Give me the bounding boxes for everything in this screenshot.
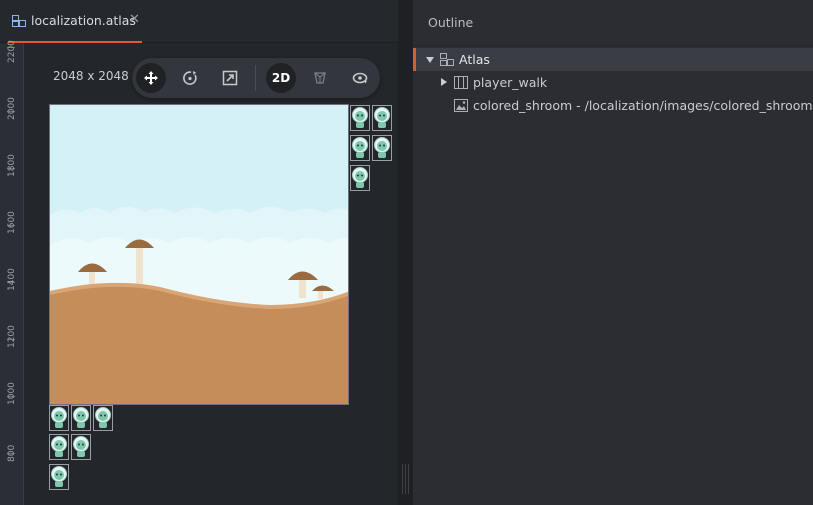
ruler-label: 1200 [7,325,17,348]
outline-item-label: player_walk [473,75,548,90]
scene-viewport[interactable]: 2048 x 2048 ( 2D [24,43,396,505]
outline-item-player-walk[interactable]: player_walk [413,71,813,94]
tab-localization-atlas[interactable]: localization.atlas ✕ [8,0,142,43]
player-sprite [73,436,89,457]
animation-frame[interactable] [350,135,370,161]
atlas-editor-pane: localization.atlas ✕ 2200 2000 1800 1600… [0,0,398,505]
player-sprite [51,436,67,457]
scale-icon [222,70,238,86]
outline-divider [413,45,813,46]
colored-shroom-image [50,105,348,404]
atlas-icon [440,53,454,66]
player-sprite [95,407,111,428]
player-sprite [51,407,67,428]
chevron-right-icon[interactable] [441,78,447,86]
atlas-icon [12,15,26,27]
ruler-label: 1400 [7,268,17,291]
mode-2d-button[interactable]: 2D [266,63,296,93]
ruler-label: 1800 [7,154,17,177]
player-sprite [352,137,368,158]
ruler-label: 2000 [7,97,17,120]
splitter-grip[interactable] [402,464,409,494]
image-icon [454,99,468,112]
animation-frame[interactable] [372,105,392,131]
vertical-ruler: 2200 2000 1800 1600 1400 1200 1000 800 [0,40,24,505]
atlas-image-colored-shroom[interactable] [49,104,349,405]
pane-splitter[interactable] [398,0,413,505]
perspective-toggle-button[interactable] [305,63,335,93]
camera-reset-icon [352,72,368,84]
camera-reset-button[interactable] [345,63,375,93]
animation-frame[interactable] [49,405,69,431]
scene-toolbar: 2D [132,58,380,98]
player-sprite [352,167,368,188]
animation-frame[interactable] [71,434,91,460]
move-icon [144,71,158,85]
player-sprite [374,107,390,128]
outline-title: Outline [428,15,474,30]
tab-label: localization.atlas [31,13,136,28]
player-sprite [352,107,368,128]
animation-icon [454,76,468,89]
move-tool-button[interactable] [136,63,166,93]
outline-panel: Outline Atlas player_walk colored_shroom… [413,0,813,505]
editor-tab-bar: localization.atlas ✕ [0,0,398,43]
rotate-icon [183,71,197,85]
close-icon[interactable]: ✕ [129,12,140,28]
perspective-icon [314,72,326,84]
player-sprite [73,407,89,428]
outline-item-colored-shroom[interactable]: colored_shroom - /localization/images/co… [413,94,813,117]
animation-frame[interactable] [350,105,370,131]
animation-frame[interactable] [49,464,69,490]
outline-item-label: Atlas [459,52,490,67]
atlas-dimensions-label: 2048 x 2048 ( [53,69,138,83]
outline-item-label: colored_shroom - /localization/images/co… [473,98,813,113]
ruler-label: 1600 [7,211,17,234]
player-sprite [51,466,67,487]
rotate-tool-button[interactable] [175,63,205,93]
ruler-label: 800 [7,444,17,462]
player-sprite [374,137,390,158]
animation-frame[interactable] [372,135,392,161]
chevron-down-icon[interactable] [426,57,434,63]
ruler-label: 2200 [7,40,17,63]
scale-tool-button[interactable] [215,63,245,93]
outline-item-atlas[interactable]: Atlas [413,48,813,71]
animation-frame[interactable] [93,405,113,431]
ruler-label: 1000 [7,382,17,405]
animation-frame[interactable] [49,434,69,460]
toolbar-separator [255,65,256,91]
animation-frame[interactable] [350,165,370,191]
animation-frame[interactable] [71,405,91,431]
